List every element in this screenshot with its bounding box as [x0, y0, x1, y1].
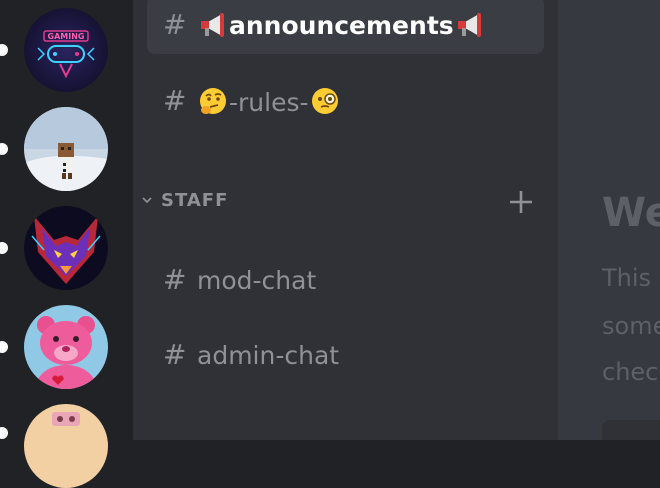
- server-icon-neon-wolf[interactable]: [24, 206, 108, 290]
- server-icon-snowman[interactable]: [24, 107, 108, 191]
- welcome-text-line: This: [602, 264, 652, 292]
- megaphone-icon: [201, 12, 224, 37]
- welcome-text-line: chec: [602, 358, 659, 386]
- text-channel-hash-icon: #: [163, 263, 187, 296]
- channel-name: admin-chat: [197, 340, 340, 370]
- megaphone-icon: [457, 12, 481, 37]
- monocle-face-icon: [311, 87, 338, 114]
- channel-name: mod-chat: [197, 265, 317, 295]
- welcome-card[interactable]: [602, 420, 660, 440]
- channel-admin-chat[interactable]: # admin-chat: [147, 326, 544, 384]
- unread-indicator: [0, 143, 8, 155]
- unread-indicator: [0, 341, 8, 353]
- channel-sidebar: # announcements # -rules- STAFF # mod-ch…: [133, 0, 558, 440]
- server-icon-gaming[interactable]: GAMING: [24, 8, 108, 92]
- unread-indicator: [0, 44, 8, 56]
- text-channel-hash-icon: #: [163, 338, 187, 371]
- main-content: We This some chec: [558, 0, 660, 440]
- category-staff[interactable]: STAFF: [133, 186, 558, 218]
- text-channel-hash-icon: #: [163, 84, 187, 117]
- text-channel-hash-icon: #: [163, 8, 187, 41]
- channel-name: -rules-: [229, 87, 309, 117]
- server-rail: GAMING: [0, 0, 133, 488]
- channel-announcements[interactable]: # announcements: [147, 0, 544, 54]
- unread-indicator: [0, 427, 8, 439]
- category-label: STAFF: [161, 190, 229, 211]
- chevron-down-icon: [142, 197, 152, 204]
- welcome-text-line: some: [602, 312, 660, 340]
- unread-indicator: [0, 242, 8, 254]
- server-badge-text: GAMING: [48, 32, 85, 41]
- thinking-face-icon: [200, 87, 226, 114]
- welcome-title: We: [602, 190, 660, 236]
- server-icon-pink-bear[interactable]: [24, 305, 108, 389]
- channel-name: announcements: [229, 10, 454, 40]
- channel-mod-chat[interactable]: # mod-chat: [147, 251, 544, 309]
- server-icon-partial[interactable]: [24, 404, 108, 488]
- plus-icon[interactable]: [507, 188, 535, 216]
- channel-rules[interactable]: # -rules-: [147, 72, 544, 130]
